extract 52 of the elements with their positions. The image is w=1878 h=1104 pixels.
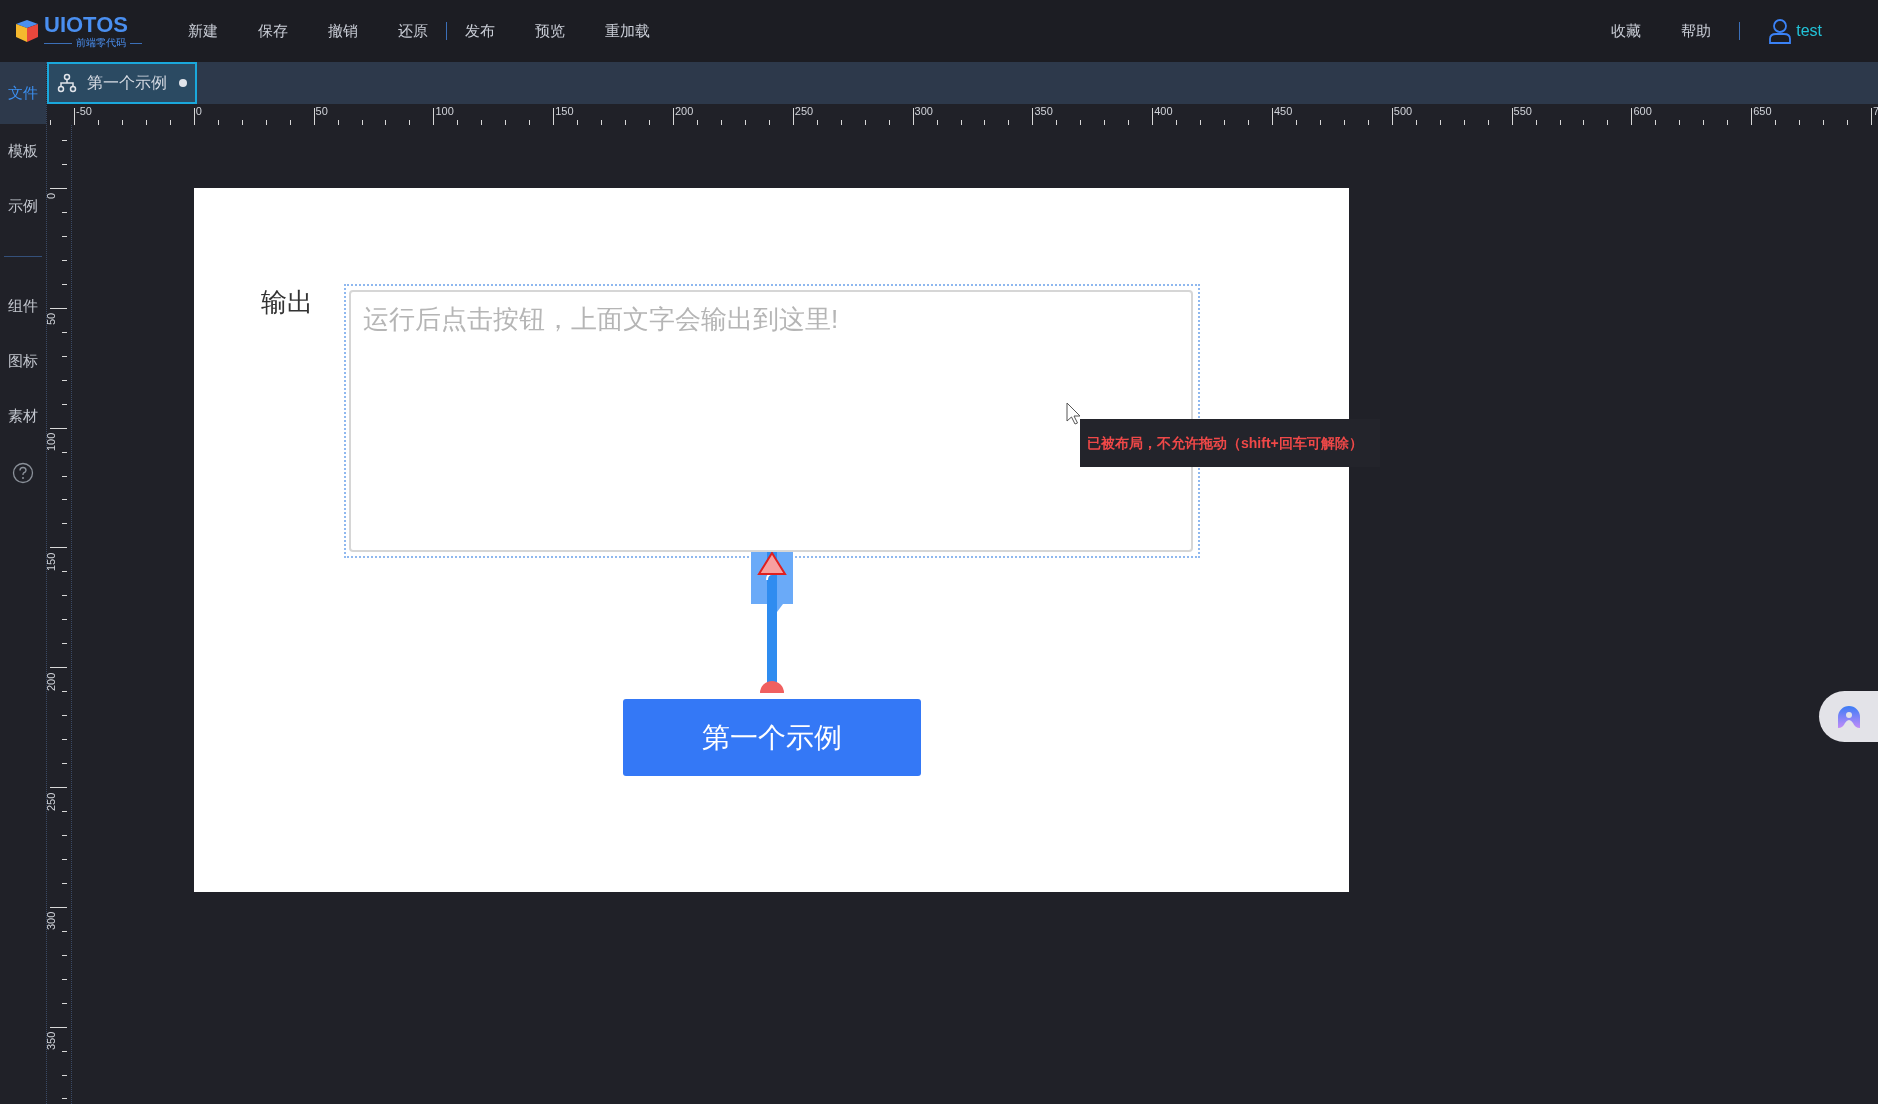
ruler-label: 250 [794,105,814,117]
sidebar-item[interactable]: 图标 [0,334,46,389]
ruler-label: 0 [195,105,202,117]
help-icon[interactable] [12,462,34,484]
ruler-label: 7 [1873,105,1878,117]
ruler-label: 400 [1154,105,1173,117]
menu-item[interactable]: 重加载 [605,19,650,43]
ruler-label: 300 [914,105,933,117]
user-button[interactable]: test [1768,18,1822,44]
ruler-label: 150 [555,105,574,117]
ruler-label: 200 [675,105,694,117]
ruler-label: 500 [1393,105,1413,117]
file-tab[interactable]: 第一个示例 [47,62,197,104]
ruler-label: 300 [47,911,57,931]
ruler-label: 50 [47,312,57,325]
ruler-label: 50 [315,105,328,117]
logo-text: UIOTOS [44,13,129,37]
ruler-label: 250 [47,792,57,811]
menu-item[interactable]: 收藏 [1611,19,1642,43]
menu-item[interactable]: 保存 [258,19,288,43]
menu-item[interactable]: 还原 [398,19,428,43]
sidebar-item[interactable]: 文件 [0,62,46,124]
demo-button[interactable]: 第一个示例 [623,699,921,776]
ruler-label: 150 [47,552,57,571]
ruler-label: 350 [47,1031,57,1051]
cursor-icon [1066,402,1082,426]
output-label: 输出 [261,286,313,319]
ruler-label: 100 [435,105,454,117]
cube-logo-icon [14,18,40,44]
ruler-label: 200 [47,672,57,691]
ruler-label: 650 [1753,105,1772,117]
assistant-icon [1835,703,1862,730]
sidebar-item[interactable]: 模板 [0,124,46,179]
ruler-label: 600 [1633,105,1652,117]
menu-item[interactable]: 预览 [535,19,565,43]
sidebar-item[interactable]: 组件 [0,279,46,334]
menu-item[interactable]: 帮助 [1681,19,1712,43]
ruler-label: 550 [1513,105,1532,117]
hierarchy-icon [57,73,77,93]
menu-item[interactable]: 撤销 [328,19,358,43]
logo-subtitle: 前端零代码 [76,37,126,49]
user-icon [1768,18,1793,44]
sidebar-item[interactable]: 示例 [0,179,46,234]
ruler-label: 350 [1034,105,1053,117]
assistant-button[interactable] [1819,691,1878,742]
menu-item[interactable]: 新建 [188,19,218,43]
menu-item[interactable]: 发布 [465,19,495,43]
ruler-label: 100 [47,432,57,452]
sidebar-item[interactable]: 素材 [0,389,46,444]
ruler-label: 0 [47,192,57,199]
ruler-label: 450 [1274,105,1293,117]
ruler-label: -50 [76,105,92,117]
